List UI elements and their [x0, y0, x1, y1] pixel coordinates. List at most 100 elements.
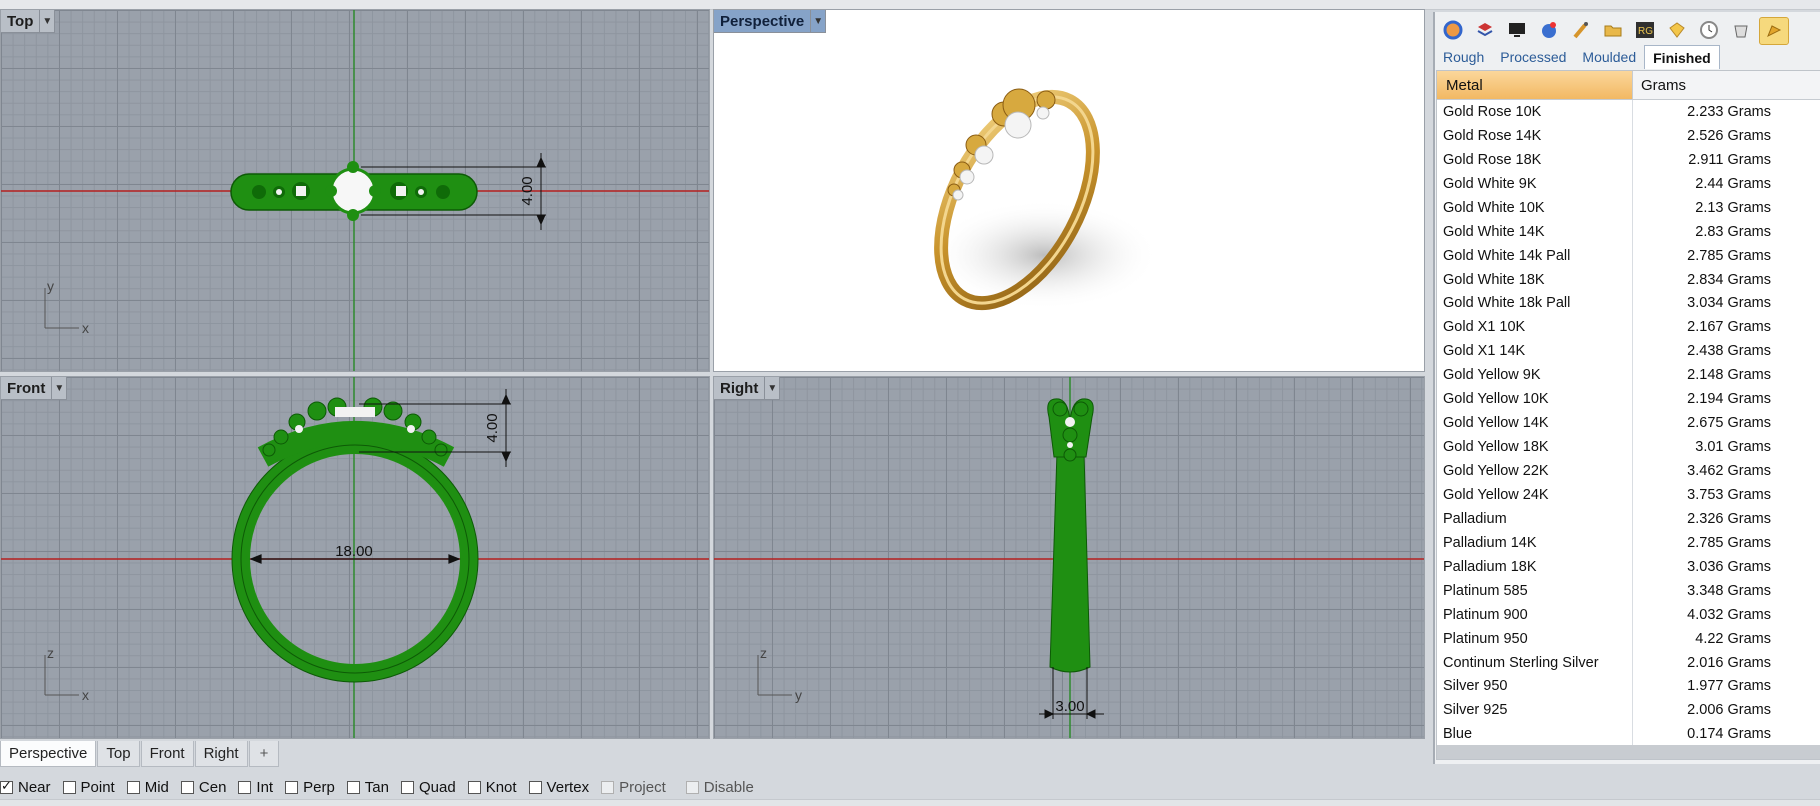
tab-rough[interactable]: Rough — [1435, 45, 1492, 69]
checkbox[interactable] — [126, 780, 140, 794]
horizontal-scrollbar[interactable] — [1437, 745, 1820, 759]
tab-front[interactable]: Front — [140, 741, 194, 767]
checkbox[interactable] — [400, 780, 414, 794]
tab-processed[interactable]: Processed — [1492, 45, 1574, 69]
viewport-front[interactable]: Front ▼ 4.00 18.00 z x — [0, 376, 710, 739]
grams-cell: 2.438 Grams — [1687, 343, 1771, 360]
checkbox[interactable] — [180, 780, 194, 794]
osnap-mid[interactable]: Mid — [126, 779, 169, 796]
osnap-vertex[interactable]: Vertex — [528, 779, 589, 796]
grams-cell: 2.785 Grams — [1687, 247, 1771, 264]
chevron-down-icon[interactable]: ▼ — [51, 377, 66, 399]
table-row[interactable]: Gold Yellow 24K 3.753 Grams — [1437, 483, 1820, 507]
display-icon[interactable] — [1503, 17, 1531, 43]
metal-weight-table: Metal Grams Gold Rose 10K 2.233 Grams Gold… — [1436, 70, 1820, 760]
table-row[interactable]: Gold Yellow 14K 2.675 Grams — [1437, 411, 1820, 436]
add-viewport-tab-button[interactable]: + — [248, 741, 280, 767]
table-row[interactable]: Gold Yellow 18K 3.01 Grams — [1437, 435, 1820, 460]
checkbox[interactable] — [685, 780, 699, 794]
tab-finished[interactable]: Finished — [1644, 45, 1720, 69]
table-row[interactable]: Palladium 2.326 Grams — [1437, 506, 1820, 531]
checkbox[interactable] — [285, 780, 299, 794]
checkbox[interactable] — [346, 780, 360, 794]
osnap-near[interactable]: Near — [0, 778, 51, 796]
column-header-metal[interactable]: Metal — [1437, 71, 1633, 99]
column-header-grams[interactable]: Grams — [1633, 71, 1820, 99]
checkbox[interactable] — [238, 780, 252, 794]
viewport-label-top[interactable]: Top ▼ — [1, 10, 56, 33]
table-row[interactable]: Platinum 585 3.348 Grams — [1437, 578, 1820, 603]
grams-cell: 1.977 Grams — [1687, 678, 1771, 695]
table-row[interactable]: Gold White 14k Pall 2.785 Grams — [1437, 243, 1820, 268]
table-row[interactable]: Continum Sterling Silver 2.016 Grams — [1437, 650, 1820, 675]
axis-indicator: y x — [44, 278, 89, 336]
checkbox[interactable] — [62, 780, 76, 794]
table-row[interactable]: Gold Yellow 22K 3.462 Grams — [1437, 459, 1820, 483]
weight-icon[interactable] — [1759, 17, 1789, 45]
viewport-label-right[interactable]: Right ▼ — [714, 377, 781, 400]
materials-icon[interactable] — [1535, 17, 1563, 43]
table-row[interactable]: Gold White 18k Pall 3.034 Grams — [1437, 291, 1820, 316]
tab-perspective[interactable]: Perspective — [0, 741, 97, 767]
tab-top[interactable]: Top — [97, 741, 140, 767]
table-row[interactable]: Gold Yellow 10K 2.194 Grams — [1437, 387, 1820, 412]
metal-name-cell: Gold Rose 10K — [1437, 100, 1633, 124]
chevron-down-icon[interactable]: ▼ — [764, 377, 779, 399]
viewport-label-perspective[interactable]: Perspective ▼ — [714, 10, 827, 33]
layers-icon[interactable] — [1471, 17, 1499, 43]
grams-cell: 2.83 Grams — [1695, 223, 1771, 240]
table-row[interactable]: Palladium 18K 3.036 Grams — [1437, 554, 1820, 579]
table-row[interactable]: Platinum 900 4.032 Grams — [1437, 602, 1820, 627]
osnap-disable[interactable]: Disable — [685, 779, 754, 796]
osnap-perp[interactable]: Perp — [285, 779, 335, 796]
table-row[interactable]: Gold X1 10K 2.167 Grams — [1437, 315, 1820, 340]
osnap-tan[interactable]: Tan — [346, 779, 389, 796]
viewport-top[interactable]: Top ▼ 4.00 y x — [0, 9, 710, 372]
checkbox[interactable] — [467, 780, 481, 794]
table-row[interactable]: Gold White 9K 2.44 Grams — [1437, 171, 1820, 196]
metal-name-cell: Platinum 900 — [1437, 602, 1633, 627]
folder-icon[interactable] — [1599, 17, 1627, 43]
checkbox[interactable] — [528, 780, 542, 794]
table-row[interactable]: Silver 950 1.977 Grams — [1437, 674, 1820, 699]
rg-icon[interactable]: RG — [1631, 17, 1659, 43]
viewport-label-front[interactable]: Front ▼ — [1, 377, 68, 400]
metal-name-cell: Gold Yellow 22K — [1437, 459, 1633, 483]
metal-name-cell: Gold Rose 14K — [1437, 123, 1633, 148]
table-row[interactable]: Platinum 950 4.22 Grams — [1437, 626, 1820, 651]
color-wheel-icon[interactable] — [1439, 17, 1467, 43]
osnap-cen[interactable]: Cen — [180, 779, 226, 796]
viewport-perspective[interactable]: Perspective ▼ — [713, 9, 1425, 372]
tab-right[interactable]: Right — [194, 741, 248, 767]
table-row[interactable]: Gold Rose 14K 2.526 Grams — [1437, 123, 1820, 148]
table-row[interactable]: Silver 925 2.006 Grams — [1437, 698, 1820, 723]
table-row[interactable]: Palladium 14K 2.785 Grams — [1437, 530, 1820, 555]
svg-text:RG: RG — [1638, 26, 1653, 37]
table-row[interactable]: Blue 0.174 Grams — [1437, 722, 1820, 747]
clock-icon[interactable] — [1695, 17, 1723, 43]
osnap-quad[interactable]: Quad — [400, 779, 456, 796]
viewport-title: Top — [7, 12, 34, 30]
osnap-point[interactable]: Point — [62, 779, 115, 796]
table-row[interactable]: Gold Yellow 9K 2.148 Grams — [1437, 363, 1820, 388]
brush-icon[interactable] — [1567, 17, 1595, 43]
grams-cell: 4.032 Grams — [1687, 606, 1771, 623]
osnap-knot[interactable]: Knot — [467, 779, 517, 796]
table-row[interactable]: Gold White 18K 2.834 Grams — [1437, 267, 1820, 292]
chevron-down-icon[interactable]: ▼ — [810, 10, 825, 32]
table-row[interactable]: Gold Rose 10K 2.233 Grams — [1437, 100, 1820, 124]
table-row[interactable]: Gold X1 14K 2.438 Grams — [1437, 339, 1820, 364]
checkbox[interactable] — [601, 780, 615, 794]
osnap-project[interactable]: Project — [601, 779, 666, 796]
viewport-right[interactable]: Right ▼ 3.00 z y — [713, 376, 1425, 739]
table-row[interactable]: Gold White 10K 2.13 Grams — [1437, 195, 1820, 220]
tab-moulded[interactable]: Moulded — [1574, 45, 1644, 69]
gem-icon[interactable] — [1663, 17, 1691, 43]
osnap-int[interactable]: Int — [238, 779, 273, 796]
checkbox[interactable] — [0, 778, 13, 794]
table-row[interactable]: Gold White 14K 2.83 Grams — [1437, 219, 1820, 244]
table-row[interactable]: Gold Rose 18K 2.911 Grams — [1437, 147, 1820, 172]
bucket-icon[interactable] — [1727, 17, 1755, 43]
metal-name-cell: Gold White 18K — [1437, 267, 1633, 292]
chevron-down-icon[interactable]: ▼ — [39, 10, 54, 32]
